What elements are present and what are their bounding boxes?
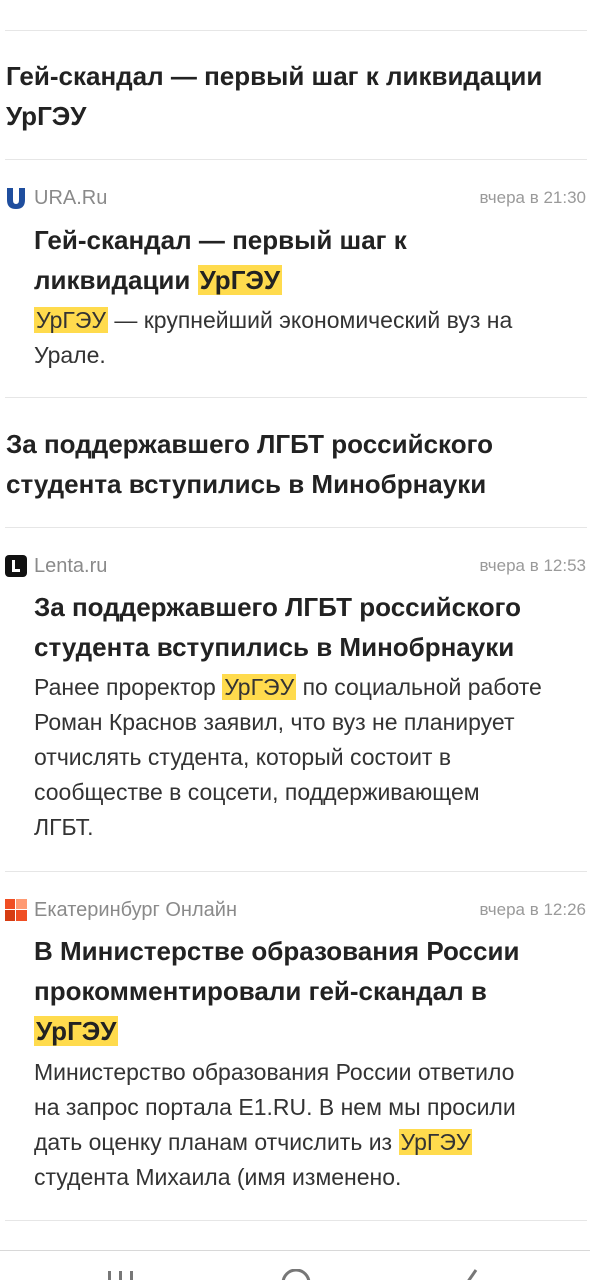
timestamp: вчера в 21:30 — [479, 188, 586, 207]
source-row: Lenta.ru вчера в 12:53 — [5, 552, 586, 580]
snippet-line: сообществе в соцсети, поддерживающем — [34, 779, 480, 805]
divider — [5, 527, 587, 528]
snippet-line: Ранее проректор УрГЭУ по социальной рабо… — [34, 674, 542, 700]
home-icon[interactable] — [280, 1268, 312, 1280]
keyword-highlight: УрГЭУ — [398, 1129, 473, 1155]
title-line: УрГЭУ — [34, 1011, 574, 1051]
article-snippet[interactable]: Министерство образования России ответило… — [34, 1055, 587, 1195]
divider — [5, 871, 587, 872]
snippet-line: на запрос портала E1.RU. В нем мы просил… — [34, 1094, 516, 1120]
source-name[interactable]: Lenta.ru — [34, 554, 107, 578]
source-name[interactable]: URA.Ru — [34, 186, 107, 210]
snippet-line: дать оценку планам отчислить из УрГЭУ — [34, 1129, 473, 1155]
article-snippet[interactable]: УрГЭУ — крупнейший экономический вуз на … — [34, 303, 587, 373]
title-line: В Министерстве образования России — [34, 936, 520, 966]
title-line: студента вступились в Минобрнауки — [34, 632, 515, 662]
lenta-logo-icon — [5, 555, 27, 577]
e1-logo-icon — [5, 899, 27, 921]
title-line: ликвидации УрГЭУ — [34, 265, 283, 295]
article-title[interactable]: За поддержавшего ЛГБТ российского студен… — [34, 587, 574, 667]
keyword-highlight: УрГЭУ — [34, 1016, 119, 1046]
ura-logo-icon — [5, 187, 27, 209]
keyword-highlight: УрГЭУ — [34, 307, 108, 333]
recent-apps-icon[interactable] — [106, 1269, 136, 1280]
topic-title[interactable]: Гей-скандал — первый шаг к ликвидации Ур… — [6, 56, 581, 136]
divider — [5, 159, 587, 160]
back-icon[interactable] — [458, 1269, 482, 1280]
snippet-line: Роман Краснов заявил, что вуз не планиру… — [34, 709, 515, 735]
source-name[interactable]: Екатеринбург Онлайн — [34, 898, 237, 922]
title-line: За поддержавшего ЛГБТ российского — [34, 592, 521, 622]
article-title[interactable]: Гей-скандал — первый шаг к ликвидации Ур… — [34, 220, 574, 300]
keyword-highlight: УрГЭУ — [197, 265, 283, 295]
divider — [5, 1220, 587, 1221]
snippet-line: Урале. — [34, 342, 106, 368]
snippet-line: студента Михаила (имя изменено. — [34, 1164, 402, 1190]
article-title[interactable]: В Министерстве образования России проком… — [34, 931, 574, 1051]
source-row: Екатеринбург Онлайн вчера в 12:26 — [5, 896, 586, 924]
snippet-line: отчислять студента, который состоит в — [34, 744, 452, 770]
timestamp: вчера в 12:26 — [479, 900, 586, 919]
keyword-highlight: УрГЭУ — [222, 674, 297, 700]
topic-title[interactable]: За поддержавшего ЛГБТ российского студен… — [6, 424, 566, 504]
bottom-navigation-bar — [0, 1250, 590, 1280]
snippet-line: ЛГБТ. — [34, 814, 94, 840]
snippet-line: Министерство образования России ответило — [34, 1059, 515, 1085]
divider — [5, 30, 587, 31]
source-row: URA.Ru вчера в 21:30 — [5, 184, 586, 212]
snippet-line: УрГЭУ — крупнейший экономический вуз на — [34, 307, 513, 333]
timestamp: вчера в 12:53 — [479, 556, 586, 575]
title-line: прокомментировали гей-скандал в — [34, 976, 487, 1006]
divider — [5, 397, 587, 398]
article-snippet[interactable]: Ранее проректор УрГЭУ по социальной рабо… — [34, 670, 587, 845]
title-line: Гей-скандал — первый шаг к — [34, 225, 407, 255]
